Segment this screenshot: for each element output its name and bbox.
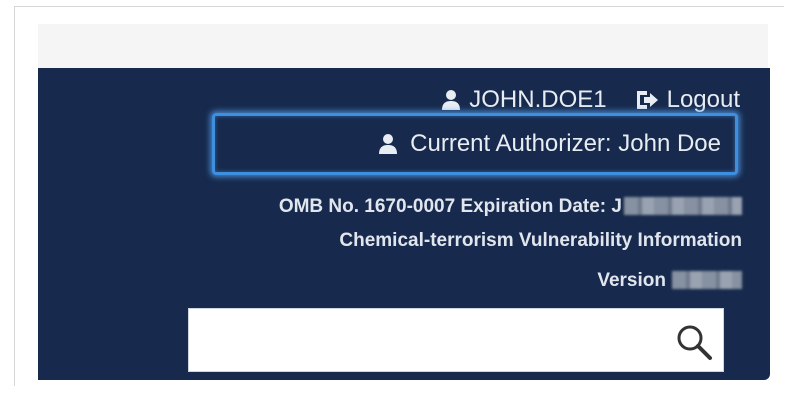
top-bar [38,24,768,68]
cvi-line: Chemical-terrorism Vulnerability Informa… [339,230,742,252]
version-label: Version [597,270,666,291]
current-authorizer-box[interactable]: Current Authorizer: John Doe [212,113,738,175]
current-authorizer-label: Current Authorizer: John Doe [410,130,721,157]
omb-date-prefix: J [611,196,622,217]
search-button[interactable] [671,319,717,365]
version-line: Version [597,270,742,292]
logout-icon[interactable] [635,89,659,111]
redacted-expiration-date [624,197,742,215]
logout-link[interactable]: Logout [667,86,740,114]
user-row: JOHN.DOE1 Logout [441,86,740,114]
user-icon [441,89,461,111]
redacted-version-number [672,271,742,289]
search-icon[interactable] [674,322,714,362]
search-box [188,308,724,372]
frame-left-line [14,6,15,386]
cvi-label: Chemical-terrorism Vulnerability Informa… [339,230,742,251]
username-link[interactable]: JOHN.DOE1 [469,86,606,114]
frame-top-line [14,6,784,7]
omb-label: OMB No. 1670-0007 Expiration Date: [278,196,612,217]
authorizer-user-icon [378,133,398,155]
omb-expiration-line: OMB No. 1670-0007 Expiration Date: J [279,196,742,218]
search-input[interactable] [197,317,661,365]
